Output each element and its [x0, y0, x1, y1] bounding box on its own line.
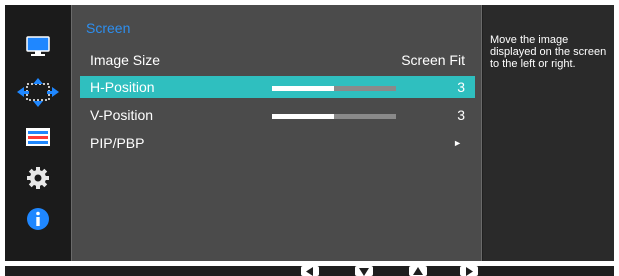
submenu-arrow-icon: ►: [453, 138, 462, 148]
menu-item-value: 3: [457, 79, 465, 95]
move-arrows-icon[interactable]: [15, 78, 61, 108]
info-icon[interactable]: [22, 206, 54, 232]
osd-menu: Screen Image Size Screen Fit H-Position …: [5, 5, 614, 261]
menu-item-value: 3: [457, 107, 465, 123]
gear-icon[interactable]: [22, 165, 54, 191]
category-sidebar: [5, 5, 71, 261]
monitor-icon[interactable]: [22, 34, 54, 60]
v-position-slider[interactable]: [272, 114, 396, 119]
arrow-up-icon[interactable]: [409, 266, 427, 276]
h-position-slider[interactable]: [272, 86, 396, 91]
menu-item-label: PIP/PBP: [90, 135, 145, 151]
arrow-right-icon[interactable]: [460, 266, 478, 276]
menu-item-v-position[interactable]: V-Position 3: [80, 104, 475, 126]
color-icon[interactable]: [22, 124, 54, 150]
menu-panel: Screen Image Size Screen Fit H-Position …: [71, 5, 482, 261]
arrow-down-icon[interactable]: [355, 266, 373, 276]
slider-fill: [272, 86, 334, 91]
slider-fill: [272, 114, 334, 119]
menu-item-pip-pbp[interactable]: PIP/PBP ►: [80, 132, 475, 154]
menu-item-image-size[interactable]: Image Size Screen Fit: [80, 49, 475, 71]
help-panel: Move the image displayed on the screen t…: [483, 5, 614, 261]
menu-item-value: Screen Fit: [401, 52, 465, 68]
menu-item-label: H-Position: [90, 79, 155, 95]
help-text: Move the image displayed on the screen t…: [490, 34, 607, 70]
section-title: Screen: [86, 20, 131, 36]
arrow-left-icon[interactable]: [301, 266, 319, 276]
menu-item-label: Image Size: [90, 52, 161, 68]
menu-item-label: V-Position: [90, 107, 154, 123]
menu-item-h-position[interactable]: H-Position 3: [80, 76, 475, 98]
nav-button-bar: [5, 266, 614, 276]
